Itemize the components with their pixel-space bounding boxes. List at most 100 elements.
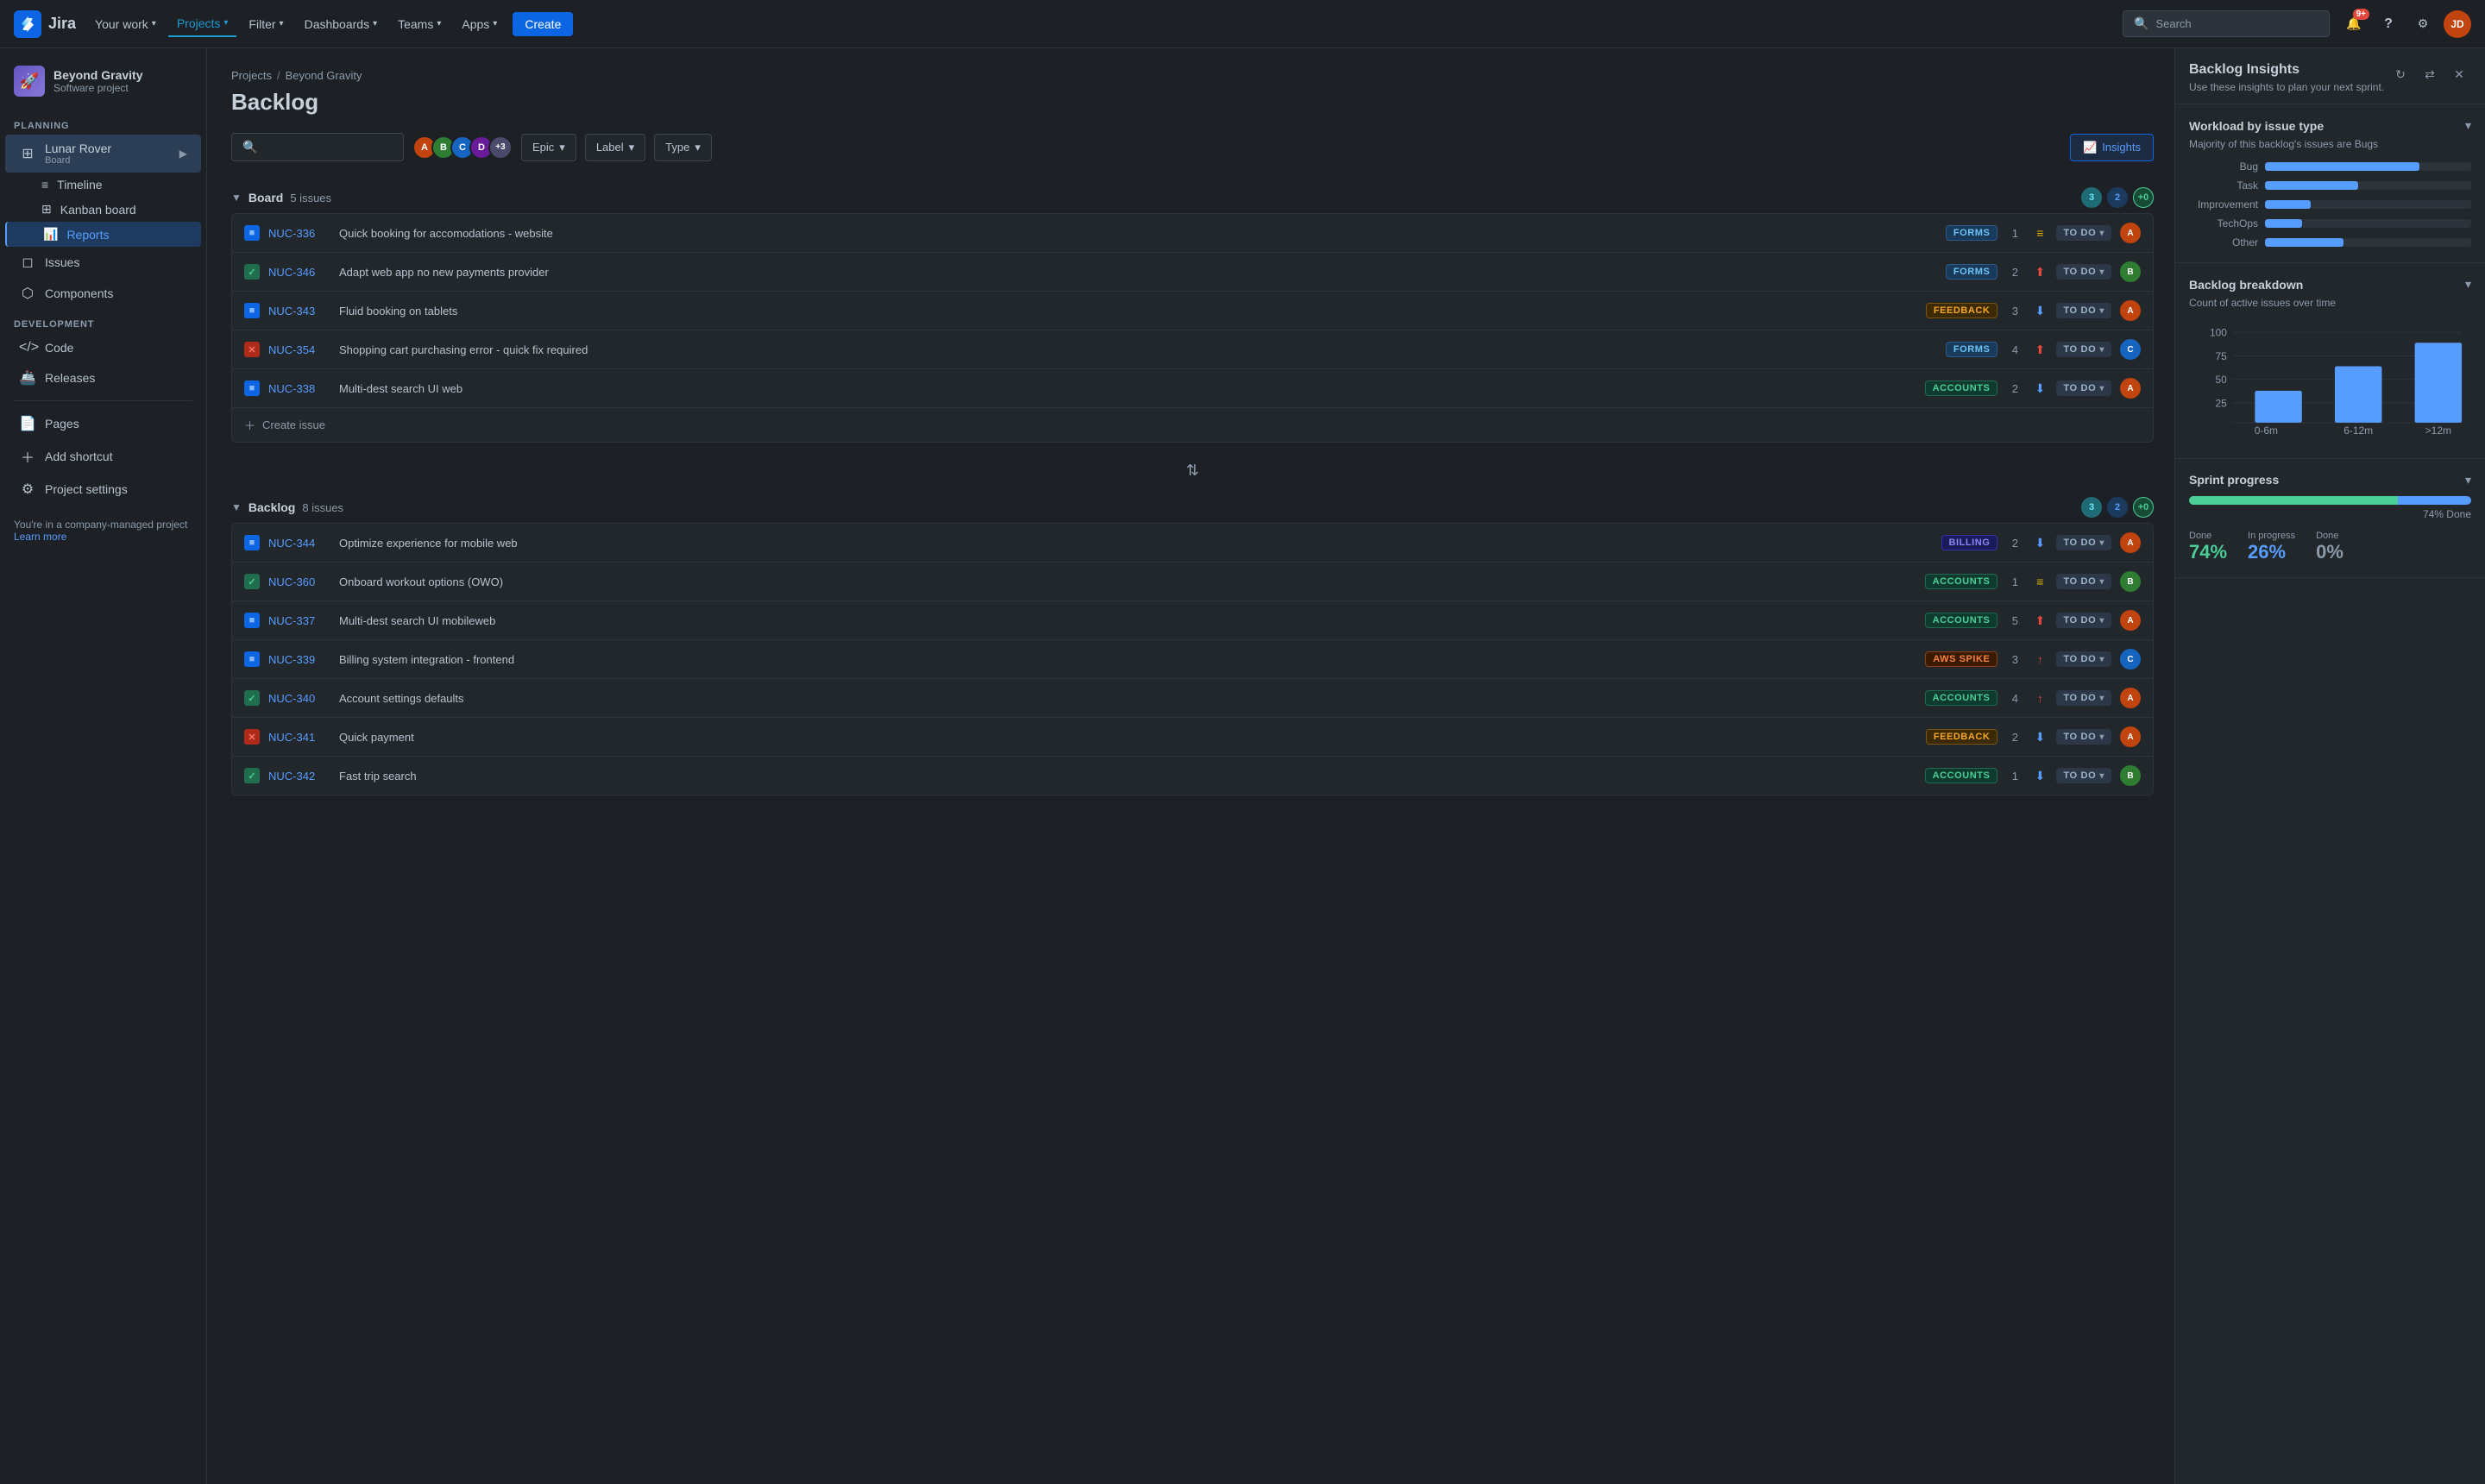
issue-label[interactable]: FORMS [1946, 342, 1997, 357]
table-row[interactable]: ✓ NUC-342 Fast trip search ACCOUNTS 1 ⬇ … [232, 757, 2153, 795]
sprint-stats: Done 74% In progress 26% Done 0% [2189, 531, 2471, 563]
status-badge[interactable]: TO DO ▾ [2056, 613, 2111, 628]
status-badge[interactable]: TO DO ▾ [2056, 651, 2111, 667]
create-issue-button[interactable]: ＋ Create issue [232, 408, 2153, 442]
sidebar-item-components[interactable]: ⬡ Components [5, 278, 201, 309]
breakdown-section-header[interactable]: Backlog breakdown ▾ [2189, 277, 2471, 292]
nav-teams[interactable]: Teams ▾ [389, 12, 450, 36]
nav-logo[interactable]: Jira [14, 10, 76, 38]
status-badge[interactable]: TO DO ▾ [2056, 768, 2111, 783]
type-filter[interactable]: Type ▾ [654, 134, 712, 161]
insights-close-button[interactable]: ✕ [2447, 62, 2471, 86]
create-button[interactable]: Create [513, 12, 573, 36]
table-row[interactable]: ■ NUC-344 Optimize experience for mobile… [232, 524, 2153, 563]
board-badge-3: +0 [2133, 187, 2154, 208]
issue-label[interactable]: FEEDBACK [1926, 729, 1998, 745]
settings-button[interactable]: ⚙ [2409, 10, 2437, 38]
issue-key[interactable]: NUC-340 [268, 692, 330, 705]
issue-label[interactable]: FEEDBACK [1926, 303, 1998, 318]
issue-num: 1 [2006, 575, 2023, 588]
issue-key[interactable]: NUC-338 [268, 382, 330, 395]
issue-label[interactable]: AWS SPIKE [1925, 651, 1997, 667]
issue-key[interactable]: NUC-346 [268, 266, 330, 279]
nav-your-work[interactable]: Your work ▾ [86, 12, 165, 36]
board-section-header[interactable]: ▼ Board 5 issues 3 2 +0 [231, 179, 2154, 213]
search-input[interactable]: 🔍 Search [2123, 10, 2330, 37]
issue-key[interactable]: NUC-360 [268, 575, 330, 588]
workload-section-header[interactable]: Workload by issue type ▾ [2189, 118, 2471, 133]
sidebar-item-reports[interactable]: 📊 Reports [5, 222, 201, 247]
sidebar-item-project-settings[interactable]: ⚙ Project settings [5, 474, 201, 505]
sidebar-item-kanban[interactable]: ⊞ Kanban board [5, 197, 201, 222]
sprint-section-header[interactable]: Sprint progress ▾ [2189, 473, 2471, 487]
issue-label[interactable]: ACCOUNTS [1925, 574, 1998, 589]
nav-dashboards[interactable]: Dashboards ▾ [296, 12, 387, 36]
issue-label[interactable]: ACCOUNTS [1925, 613, 1998, 628]
epic-filter[interactable]: Epic ▾ [521, 134, 576, 161]
nav-projects[interactable]: Projects ▾ [168, 11, 237, 37]
issue-key[interactable]: NUC-344 [268, 537, 330, 550]
issue-label[interactable]: ACCOUNTS [1925, 690, 1998, 706]
sidebar-item-code[interactable]: </> Code [5, 333, 201, 362]
issue-key[interactable]: NUC-336 [268, 227, 330, 240]
status-badge[interactable]: TO DO ▾ [2056, 535, 2111, 550]
issue-key[interactable]: NUC-343 [268, 305, 330, 318]
issue-label[interactable]: FORMS [1946, 264, 1997, 280]
status-badge[interactable]: TO DO ▾ [2056, 303, 2111, 318]
avatar-filter-more[interactable]: +3 [488, 135, 513, 160]
insights-button[interactable]: 📈 Insights [2070, 134, 2154, 161]
table-row[interactable]: ■ NUC-337 Multi-dest search UI mobileweb… [232, 601, 2153, 640]
chevron-down-icon: ▾ [437, 19, 441, 28]
backlog-search-input[interactable]: 🔍 [231, 133, 404, 161]
status-badge[interactable]: TO DO ▾ [2056, 342, 2111, 357]
sidebar-item-pages[interactable]: 📄 Pages [5, 408, 201, 439]
user-avatar[interactable]: JD [2444, 10, 2471, 38]
issue-title: Onboard workout options (OWO) [339, 575, 1916, 588]
status-badge[interactable]: TO DO ▾ [2056, 264, 2111, 280]
issue-label[interactable]: FORMS [1946, 225, 1997, 241]
issue-label[interactable]: ACCOUNTS [1925, 768, 1998, 783]
issue-key[interactable]: NUC-341 [268, 731, 330, 744]
status-badge[interactable]: TO DO ▾ [2056, 225, 2111, 241]
issue-key[interactable]: NUC-339 [268, 653, 330, 666]
issue-avatar: A [2120, 223, 2141, 243]
table-row[interactable]: ■ NUC-343 Fluid booking on tablets FEEDB… [232, 292, 2153, 330]
label-filter[interactable]: Label ▾ [585, 134, 645, 161]
help-button[interactable]: ? [2375, 10, 2402, 38]
nav-filter[interactable]: Filter ▾ [240, 12, 292, 36]
table-row[interactable]: ■ NUC-338 Multi-dest search UI web ACCOU… [232, 369, 2153, 408]
issue-key[interactable]: NUC-337 [268, 614, 330, 627]
nav-apps[interactable]: Apps ▾ [453, 12, 506, 36]
status-badge[interactable]: TO DO ▾ [2056, 690, 2111, 706]
status-badge[interactable]: TO DO ▾ [2056, 380, 2111, 396]
sidebar-item-add-shortcut[interactable]: ＋ Add shortcut [5, 439, 201, 474]
status-badge[interactable]: TO DO ▾ [2056, 729, 2111, 745]
workload-row-techops: TechOps [2189, 217, 2471, 230]
issue-label[interactable]: ACCOUNTS [1925, 380, 1998, 396]
backlog-section-header[interactable]: ▼ Backlog 8 issues 3 2 +0 [231, 488, 2154, 523]
sidebar-item-lunar-rover[interactable]: ⊞ Lunar Rover Board ▶ [5, 135, 201, 173]
insights-refresh-button[interactable]: ↻ [2388, 62, 2413, 86]
table-row[interactable]: ✓ NUC-360 Onboard workout options (OWO) … [232, 563, 2153, 601]
table-row[interactable]: ✓ NUC-340 Account settings defaults ACCO… [232, 679, 2153, 718]
breadcrumb-projects[interactable]: Projects [231, 69, 272, 82]
status-text: TO DO [2063, 615, 2096, 626]
backlog-badge-2: 2 [2107, 497, 2128, 518]
table-row[interactable]: ✕ NUC-341 Quick payment FEEDBACK 2 ⬇ TO … [232, 718, 2153, 757]
breadcrumb-project-name[interactable]: Beyond Gravity [286, 69, 362, 82]
issue-key[interactable]: NUC-354 [268, 343, 330, 356]
sidebar-item-timeline[interactable]: ≡ Timeline [5, 173, 201, 197]
issue-key[interactable]: NUC-342 [268, 770, 330, 783]
insights-settings-button[interactable]: ⇄ [2418, 62, 2442, 86]
status-badge[interactable]: TO DO ▾ [2056, 574, 2111, 589]
table-row[interactable]: ✕ NUC-354 Shopping cart purchasing error… [232, 330, 2153, 369]
issue-label[interactable]: BILLING [1941, 535, 1998, 550]
sidebar-item-releases[interactable]: 🚢 Releases [5, 362, 201, 393]
table-row[interactable]: ■ NUC-336 Quick booking for accomodation… [232, 214, 2153, 253]
learn-more-link[interactable]: Learn more [14, 531, 66, 543]
sidebar-item-issues[interactable]: ◻ Issues [5, 247, 201, 278]
issue-type-story-icon: ✓ [244, 264, 260, 280]
table-row[interactable]: ✓ NUC-346 Adapt web app no new payments … [232, 253, 2153, 292]
table-row[interactable]: ■ NUC-339 Billing system integration - f… [232, 640, 2153, 679]
notifications-button[interactable]: 🔔 9+ [2340, 10, 2368, 38]
